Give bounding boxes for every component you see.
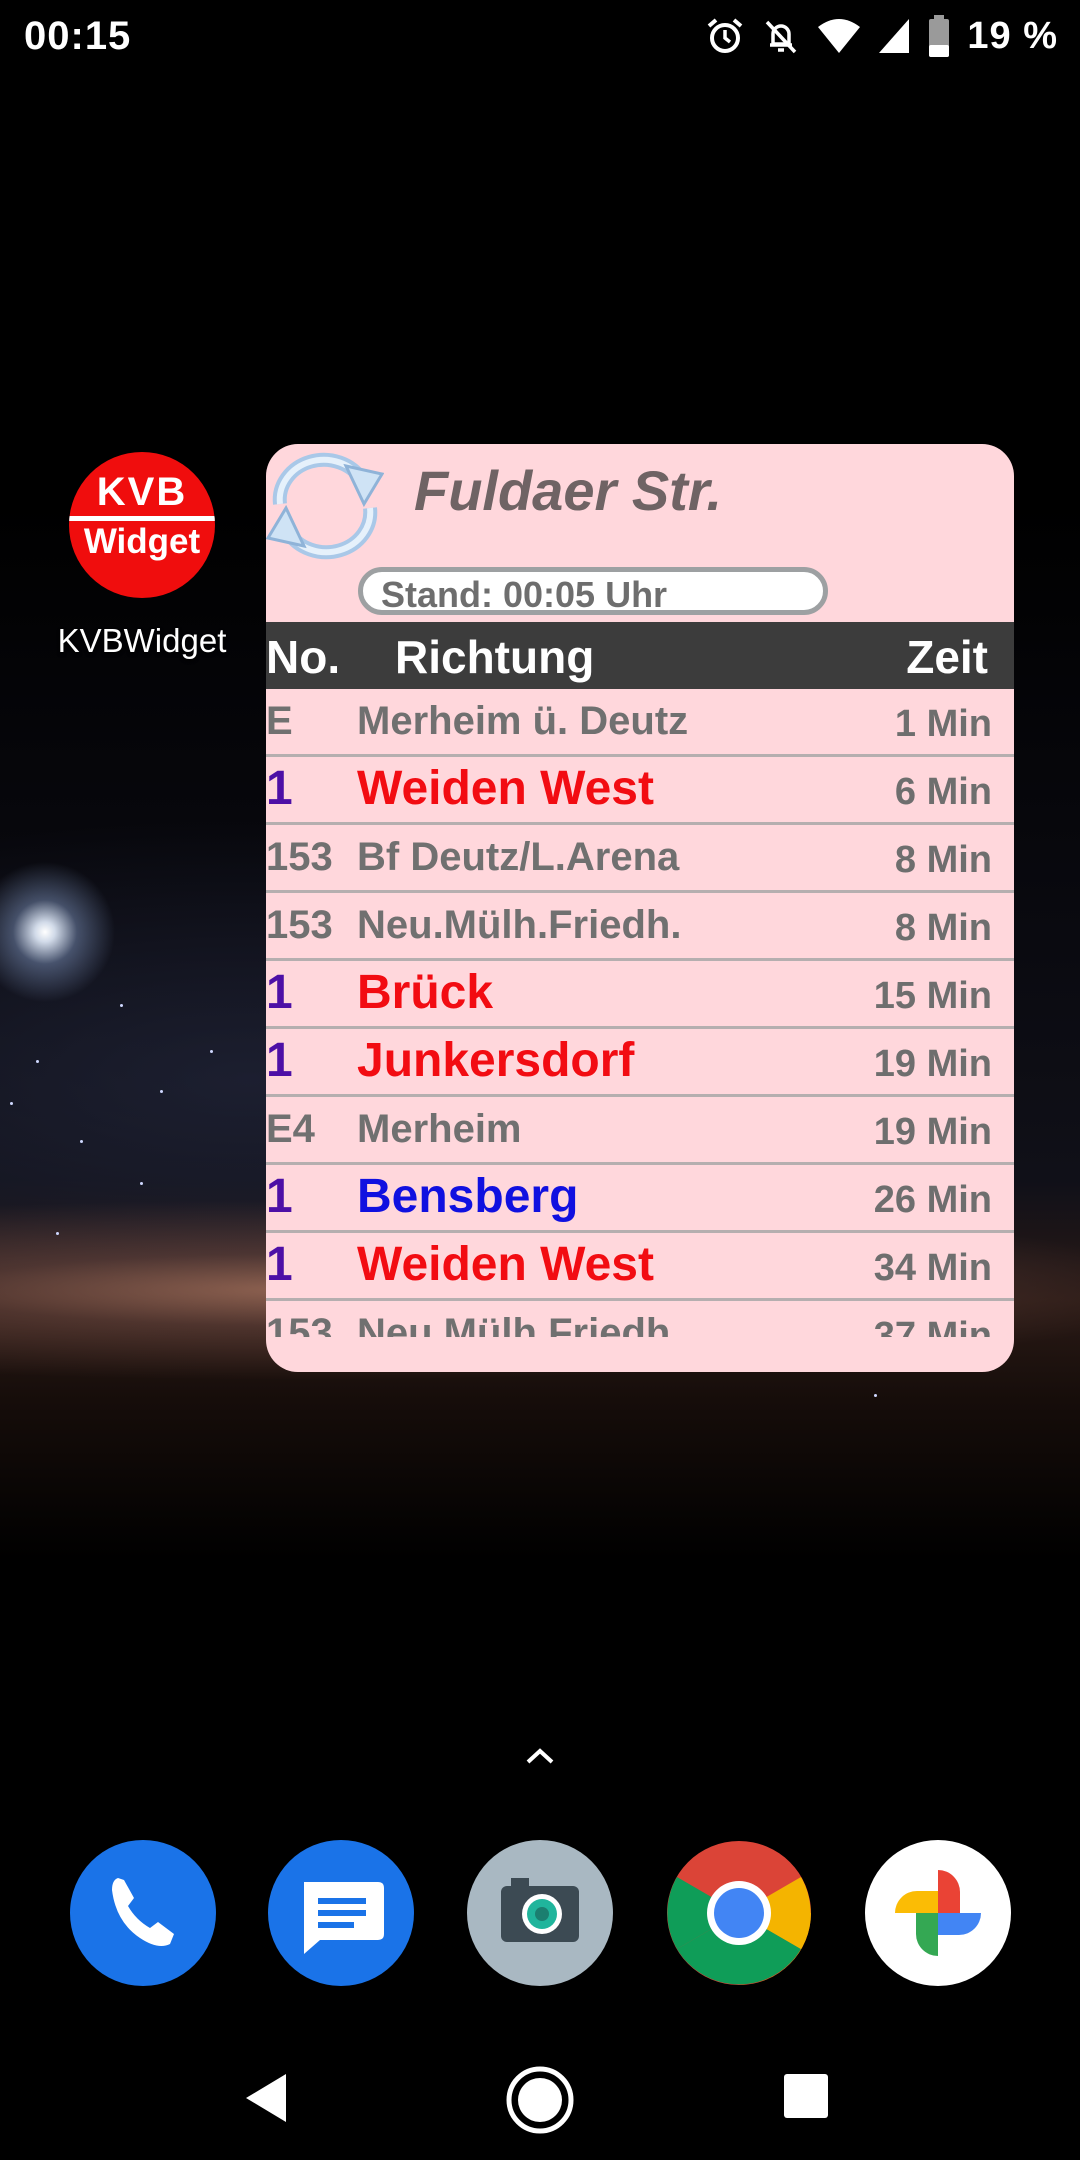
app-icon-divider <box>69 516 215 521</box>
status-icons: 19 % <box>705 12 1058 60</box>
star <box>120 1004 123 1007</box>
table-row: 1 Brück 15 Min <box>266 961 1014 1029</box>
table-row: 153 Neu.Mülh.Friedh. 37 Min <box>266 1301 1014 1337</box>
header-no: No. <box>266 631 341 683</box>
departure-time: 37 Min <box>873 1315 992 1337</box>
battery-percent: 19 % <box>967 14 1058 57</box>
app-icon-text-kvb: KVB <box>96 470 188 514</box>
last-updated-text: Stand: 00:05 Uhr <box>381 574 668 615</box>
dock <box>0 1840 1080 1990</box>
last-updated-pill: Stand: 00:05 Uhr <box>358 567 828 615</box>
table-header: No. Richtung Zeit <box>266 622 1014 689</box>
direction: Brück <box>357 966 494 1019</box>
chrome-icon <box>667 1841 811 1985</box>
line-number: 1 <box>266 1238 293 1291</box>
line-number: 1 <box>266 1170 293 1223</box>
status-time: 00:15 <box>24 14 132 58</box>
star <box>160 1090 163 1093</box>
recents-button[interactable] <box>782 2072 830 2120</box>
star <box>210 1050 213 1053</box>
direction: Merheim <box>357 1107 522 1151</box>
star <box>56 1232 59 1235</box>
direction: Merheim ü. Deutz <box>357 699 689 743</box>
direction: Weiden West <box>357 1238 654 1291</box>
cell-signal-icon <box>879 19 910 53</box>
star <box>874 1394 877 1397</box>
star <box>10 1102 13 1105</box>
messages-app[interactable] <box>268 1840 414 1986</box>
line-number: 1 <box>266 762 293 815</box>
table-row: 1 Weiden West 34 Min <box>266 1233 1014 1301</box>
kvb-departure-widget[interactable]: Fuldaer Str. Stand: 00:05 Uhr No. Richtu… <box>266 444 1014 1372</box>
line-number: E <box>266 699 293 743</box>
departure-time: 34 Min <box>873 1247 992 1289</box>
line-number: 153 <box>266 903 333 947</box>
direction: Bensberg <box>357 1170 579 1223</box>
phone-icon <box>112 1878 174 1946</box>
table-row: 1 Junkersdorf 19 Min <box>266 1029 1014 1097</box>
table-row: 1 Bensberg 26 Min <box>266 1165 1014 1233</box>
departure-time: 19 Min <box>873 1043 992 1085</box>
messages-icon <box>304 1882 384 1954</box>
table-row: E4 Merheim 19 Min <box>266 1097 1014 1165</box>
alarm-icon <box>708 18 743 53</box>
departure-time: 1 Min <box>894 703 992 745</box>
departure-time: 8 Min <box>894 907 992 949</box>
table-row: 1 Weiden West 6 Min <box>266 757 1014 825</box>
back-button[interactable] <box>238 2068 294 2128</box>
home-button[interactable] <box>504 2064 576 2136</box>
app-icon-text-widget: Widget <box>83 522 201 561</box>
header-direction: Richtung <box>395 631 595 683</box>
table-row: 153 Neu.Mülh.Friedh. 8 Min <box>266 893 1014 961</box>
direction: Neu.Mülh.Friedh. <box>357 1311 682 1337</box>
header-time: Zeit <box>906 631 988 683</box>
photos-app[interactable] <box>865 1840 1011 1986</box>
line-number: 1 <box>266 1034 293 1087</box>
line-number: E4 <box>266 1107 315 1151</box>
app-drawer-chevron-icon[interactable] <box>520 1742 560 1770</box>
kvbwidget-app-shortcut[interactable]: KVB Widget KVBWidget <box>30 446 254 660</box>
navigation-bar <box>0 2040 1080 2160</box>
direction: Bf Deutz/L.Arena <box>357 835 680 879</box>
app-label: KVBWidget <box>57 622 227 659</box>
star <box>36 1060 39 1063</box>
departure-time: 26 Min <box>873 1179 992 1221</box>
direction: Weiden West <box>357 762 654 815</box>
wifi-icon <box>818 19 861 53</box>
line-number: 1 <box>266 966 293 1019</box>
star <box>80 1140 83 1143</box>
chrome-app[interactable] <box>666 1840 812 1986</box>
direction: Junkersdorf <box>357 1034 635 1087</box>
direction: Neu.Mülh.Friedh. <box>357 903 682 947</box>
battery-icon <box>929 15 950 57</box>
phone-app[interactable] <box>70 1840 216 1986</box>
camera-icon <box>501 1878 579 1942</box>
stop-name: Fuldaer Str. <box>414 459 723 522</box>
line-number: 153 <box>266 1311 333 1337</box>
departure-time: 8 Min <box>894 839 992 881</box>
star <box>140 1182 143 1185</box>
camera-app[interactable] <box>467 1840 613 1986</box>
departure-time: 15 Min <box>873 975 992 1017</box>
refresh-icon[interactable] <box>266 446 384 564</box>
departure-time: 6 Min <box>894 771 992 813</box>
photos-icon <box>895 1870 981 1956</box>
kvbwidget-app-icon[interactable]: KVB Widget <box>69 452 215 598</box>
departure-list[interactable]: E Merheim ü. Deutz 1 Min 1 Weiden West 6… <box>266 689 1014 1337</box>
status-bar: 00:15 19 % <box>0 0 1080 72</box>
table-row: 153 Bf Deutz/L.Arena 8 Min <box>266 825 1014 893</box>
table-row: E Merheim ü. Deutz 1 Min <box>266 689 1014 757</box>
departure-time: 19 Min <box>873 1111 992 1153</box>
notifications-off-icon <box>766 20 797 54</box>
line-number: 153 <box>266 835 333 879</box>
